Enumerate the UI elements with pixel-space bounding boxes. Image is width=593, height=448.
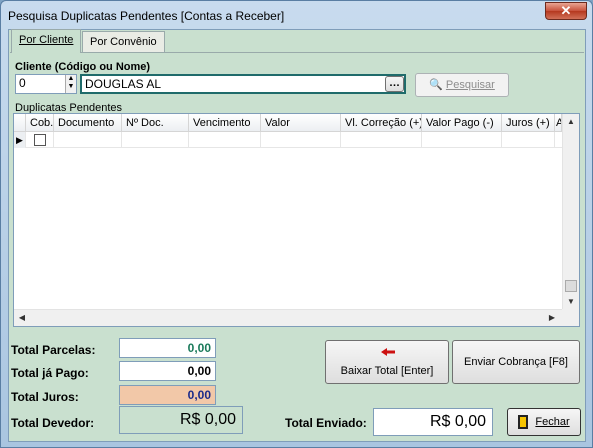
baixar-total-button[interactable]: Baixar Total [Enter] bbox=[325, 340, 449, 384]
horizontal-scrollbar[interactable]: ◀ ▶ bbox=[14, 309, 562, 326]
total-enviado-value: R$ 0,00 bbox=[373, 408, 493, 436]
row-indicator-icon: ▶ bbox=[14, 132, 26, 148]
window-title: Pesquisa Duplicatas Pendentes [Contas a … bbox=[8, 9, 285, 23]
scroll-left-icon[interactable]: ◀ bbox=[14, 310, 30, 326]
total-parcelas-label: Total Parcelas: bbox=[11, 343, 96, 357]
tab-por-convenio[interactable]: Por Convênio bbox=[82, 31, 165, 53]
title-bar[interactable]: Pesquisa Duplicatas Pendentes [Contas a … bbox=[1, 1, 592, 29]
grid-header: Cob. Documento Nº Doc. Vencimento Valor … bbox=[14, 114, 562, 132]
scroll-up-icon[interactable]: ▲ bbox=[563, 114, 579, 130]
cliente-code-value: 0 bbox=[19, 76, 26, 90]
col-vl-correcao[interactable]: Vl. Correção (+) bbox=[341, 114, 422, 132]
client-area: Por Cliente Por Convênio Cliente (Código… bbox=[8, 29, 586, 442]
cliente-label: Cliente (Código ou Nome) bbox=[15, 61, 151, 73]
cell-valor-pago[interactable] bbox=[422, 132, 502, 148]
table-row[interactable]: ▶ bbox=[14, 132, 562, 148]
app-window: Pesquisa Duplicatas Pendentes [Contas a … bbox=[0, 0, 593, 448]
col-cob[interactable]: Cob. bbox=[26, 114, 54, 132]
total-juros-label: Total Juros: bbox=[11, 390, 79, 404]
col-num-doc[interactable]: Nº Doc. bbox=[122, 114, 189, 132]
cell-num-doc[interactable] bbox=[122, 132, 189, 148]
col-vencimento[interactable]: Vencimento bbox=[189, 114, 261, 132]
tab-por-cliente[interactable]: Por Cliente bbox=[11, 29, 82, 53]
spinner-up-icon[interactable]: ▲ bbox=[66, 75, 76, 83]
vertical-scrollbar[interactable]: ▲ ▼ bbox=[562, 114, 579, 310]
spinner-down-icon[interactable]: ▼ bbox=[66, 83, 76, 91]
cob-checkbox[interactable] bbox=[34, 134, 46, 146]
cliente-name-value: DOUGLAS AL bbox=[85, 77, 162, 91]
close-window-button[interactable]: ✕ bbox=[545, 2, 587, 20]
total-juros-value: 0,00 bbox=[119, 385, 216, 405]
duplicatas-grid[interactable]: Cob. Documento Nº Doc. Vencimento Valor … bbox=[13, 113, 580, 327]
baixar-total-label: Baixar Total [Enter] bbox=[340, 365, 434, 377]
scroll-right-icon[interactable]: ▶ bbox=[544, 310, 560, 326]
scroll-down-icon[interactable]: ▼ bbox=[563, 294, 579, 310]
cell-valor[interactable] bbox=[261, 132, 341, 148]
total-pago-label: Total já Pago: bbox=[11, 366, 89, 380]
col-juros[interactable]: Juros (+) bbox=[502, 114, 555, 132]
cell-documento[interactable] bbox=[54, 132, 122, 148]
scroll-thumb[interactable] bbox=[565, 280, 577, 292]
tab-label: Por Cliente bbox=[19, 34, 74, 46]
cell-vencimento[interactable] bbox=[189, 132, 261, 148]
scroll-corner bbox=[562, 309, 579, 326]
tab-label: Por Convênio bbox=[90, 36, 157, 48]
cliente-name-input[interactable]: DOUGLAS AL bbox=[80, 74, 406, 94]
pesquisar-label: Pesquisar bbox=[445, 79, 495, 91]
door-exit-icon bbox=[518, 415, 529, 430]
enviar-cobranca-button[interactable]: Enviar Cobrança [F8] bbox=[452, 340, 580, 384]
col-truncated[interactable]: A bbox=[555, 114, 562, 132]
cell-vl-correcao[interactable] bbox=[341, 132, 422, 148]
col-valor-pago[interactable]: Valor Pago (-) bbox=[422, 114, 502, 132]
col-documento[interactable]: Documento bbox=[54, 114, 122, 132]
code-spinner[interactable]: ▲ ▼ bbox=[65, 75, 76, 93]
header-corner bbox=[14, 114, 26, 132]
col-valor[interactable]: Valor bbox=[261, 114, 341, 132]
cell-juros[interactable] bbox=[502, 132, 555, 148]
total-pago-value: 0,00 bbox=[119, 361, 216, 381]
fechar-label: Fechar bbox=[535, 416, 570, 429]
total-devedor-value: R$ 0,00 bbox=[119, 406, 243, 434]
arrow-left-icon bbox=[381, 347, 395, 356]
total-enviado-label: Total Enviado: bbox=[285, 416, 367, 430]
cell-cob bbox=[26, 132, 54, 148]
fechar-button[interactable]: Fechar bbox=[507, 408, 581, 436]
pesquisar-button[interactable]: 🔍 Pesquisar bbox=[415, 73, 509, 97]
magnifier-icon: 🔍 bbox=[429, 79, 443, 91]
total-devedor-label: Total Devedor: bbox=[11, 416, 95, 430]
ellipsis-button[interactable]: … bbox=[385, 76, 404, 92]
total-parcelas-value: 0,00 bbox=[119, 338, 216, 358]
